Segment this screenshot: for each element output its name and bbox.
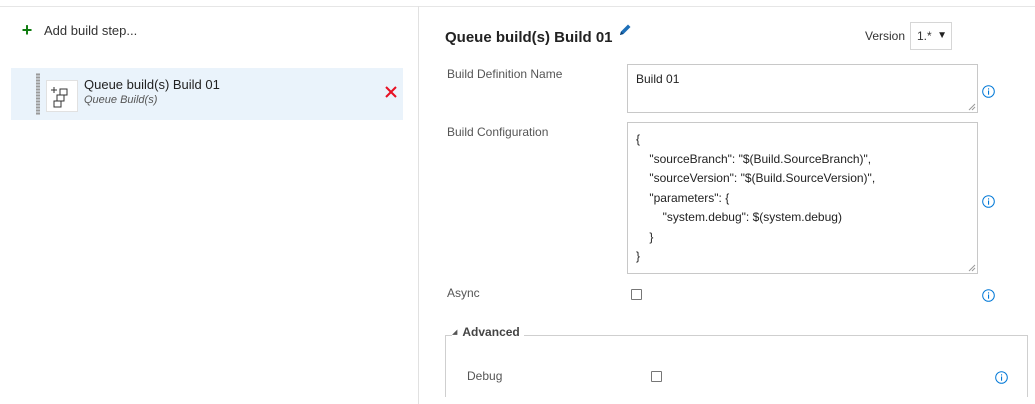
- info-icon[interactable]: [995, 371, 1008, 384]
- pane-divider[interactable]: [418, 6, 419, 404]
- resize-grip-icon[interactable]: [968, 264, 976, 272]
- pencil-icon[interactable]: [617, 22, 633, 38]
- debug-checkbox[interactable]: [651, 371, 662, 382]
- top-border: [0, 6, 1035, 7]
- task-details-title: Queue build(s) Build 01: [445, 29, 613, 46]
- advanced-label: Advanced: [462, 325, 520, 339]
- advanced-toggle[interactable]: ◢ Advanced: [452, 325, 524, 339]
- build-configuration-value: { "sourceBranch": "$(Build.SourceBranch)…: [636, 132, 876, 263]
- close-icon[interactable]: [384, 85, 398, 99]
- async-checkbox[interactable]: [631, 289, 642, 300]
- build-definition-name-value: Build 01: [636, 72, 680, 86]
- collapse-triangle-icon: ◢: [452, 329, 458, 336]
- task-subtitle: Queue Build(s): [84, 94, 158, 106]
- plus-icon: +: [21, 20, 33, 40]
- build-definition-name-input[interactable]: Build 01: [627, 64, 978, 113]
- version-dropdown[interactable]: 1.* ▼: [910, 22, 952, 50]
- add-build-step-label: Add build step...: [44, 22, 138, 38]
- build-configuration-textarea[interactable]: { "sourceBranch": "$(Build.SourceBranch)…: [627, 122, 978, 274]
- caret-down-icon: ▼: [937, 30, 947, 41]
- info-icon[interactable]: [982, 195, 995, 208]
- version-label: Version: [865, 29, 906, 43]
- task-list-item[interactable]: Queue build(s) Build 01 Queue Build(s): [11, 68, 403, 120]
- info-icon[interactable]: [982, 85, 995, 98]
- resize-grip-icon[interactable]: [968, 103, 976, 111]
- version-value: 1.*: [917, 29, 932, 43]
- info-icon[interactable]: [982, 289, 995, 302]
- advanced-section: [445, 335, 1028, 397]
- task-title: Queue build(s) Build 01: [84, 77, 220, 92]
- add-build-step-button[interactable]: + Add build step...: [20, 20, 138, 40]
- build-definition-name-label: Build Definition Name: [447, 67, 563, 81]
- async-label: Async: [447, 286, 480, 300]
- drag-handle-icon[interactable]: [36, 73, 40, 115]
- build-configuration-label: Build Configuration: [447, 125, 549, 139]
- queue-build-icon: [46, 80, 78, 112]
- debug-label: Debug: [467, 369, 503, 383]
